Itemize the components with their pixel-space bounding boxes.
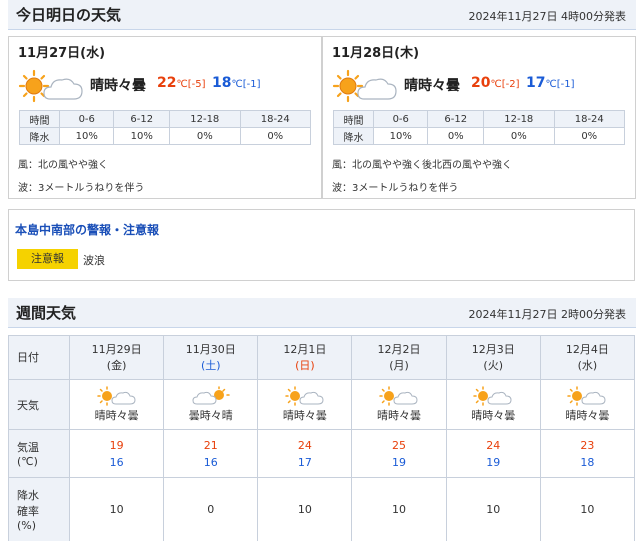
week-temp-cell: 23 18 (539, 429, 636, 478)
today-tomorrow-title: 今日明日の天気 (16, 6, 122, 24)
sunny-then-cloudy-icon (473, 386, 512, 406)
week-pop-cell: 10 (539, 477, 636, 541)
day-date: 11月27日(水) (18, 46, 106, 61)
week-temp-cell: 21 16 (163, 429, 259, 478)
day-low-temp: 17℃[-1] (526, 75, 575, 91)
day-telop: 晴時々曇 (404, 78, 460, 94)
sunny-then-cloudy-icon (285, 386, 324, 406)
sunny-then-cloudy-icon (567, 386, 606, 406)
warning-panel: 本島中南部の警報・注意報 注意報 波浪 (8, 209, 635, 281)
row-label-precip: 降水 確率 (%) (8, 477, 70, 541)
day-date: 11月28日(木) (332, 46, 420, 61)
week-date-cell: 12月1日 (日) (257, 335, 353, 380)
precip-table: 時間 0-6 6-12 12-18 18-24 降水 10% 0% 0% 0% (333, 110, 625, 145)
day-high-temp: 22℃[-5] (157, 75, 206, 91)
week-pop-cell: 10 (68, 477, 165, 541)
advisory-badge: 注意報 (17, 249, 78, 269)
week-weather-cell: 晴時々曇 (68, 379, 165, 430)
advisory-value: 波浪 (83, 254, 105, 267)
day-wind: 風：北の風やや強く後北西の風やや強く (332, 160, 512, 171)
precip-table: 時間 0-6 6-12 12-18 18-24 降水 10% 10% 0% 0% (19, 110, 311, 145)
week-weather-cell: 晴時々曇 (257, 379, 353, 430)
sunny-then-cloudy-icon (18, 69, 88, 103)
week-pop-cell: 10 (257, 477, 353, 541)
week-temp-cell: 19 16 (68, 429, 165, 478)
week-weather-cell: 晴時々曇 (445, 379, 541, 430)
day-wind: 風：北の風やや強く (18, 160, 108, 171)
week-date-cell: 11月29日 (金) (68, 335, 165, 380)
day-wave: 波：3メートルうねりを伴う (18, 183, 145, 194)
today-tomorrow-header: 今日明日の天気 2024年11月27日 4時00分発表 (8, 0, 636, 30)
week-temp-cell: 25 19 (351, 429, 447, 478)
week-pop-cell: 10 (351, 477, 447, 541)
sunny-then-cloudy-icon (379, 386, 418, 406)
sunny-then-cloudy-icon (96, 386, 136, 406)
cloudy-then-sunny-icon (192, 386, 230, 405)
weekly-header: 週間天気 2024年11月27日 2時00分発表 (8, 298, 636, 328)
day-wave: 波：3メートルうねりを伴う (332, 183, 459, 194)
day-telop: 晴時々曇 (90, 78, 146, 94)
sunny-then-cloudy-icon (332, 69, 402, 103)
row-label-temp: 気温 (℃) (8, 429, 70, 478)
row-label-weather: 天気 (8, 379, 70, 430)
week-temp-cell: 24 17 (257, 429, 353, 478)
row-label-date: 日付 (8, 335, 70, 380)
day-low-temp: 18℃[-1] (212, 75, 261, 91)
week-weather-cell: 晴時々曇 (539, 379, 636, 430)
week-weather-cell: 曇時々晴 (163, 379, 259, 430)
week-date-cell: 11月30日 (土) (163, 335, 259, 380)
warning-title[interactable]: 本島中南部の警報・注意報 (15, 221, 159, 238)
week-weather-cell: 晴時々曇 (351, 379, 447, 430)
weekly-stamp: 2024年11月27日 2時00分発表 (468, 308, 626, 321)
weekly-table: 日付 11月29日 (金) 11月30日 (土) 12月1日 (日) 12月2日 (月)… (8, 335, 636, 541)
week-date-cell: 12月2日 (月) (351, 335, 447, 380)
week-pop-cell: 10 (445, 477, 541, 541)
week-date-cell: 12月3日 (火) (445, 335, 541, 380)
week-temp-cell: 24 19 (445, 429, 541, 478)
day-high-temp: 20℃[-2] (471, 75, 520, 91)
week-pop-cell: 0 (163, 477, 259, 541)
today-tomorrow-stamp: 2024年11月27日 4時00分発表 (468, 10, 626, 23)
day-card-today: 11月27日(水) 晴時々曇 22℃[-5] 18℃[-1] 時間 0-6 6-… (8, 36, 322, 199)
weekly-title: 週間天気 (16, 304, 77, 322)
day-card-tomorrow: 11月28日(木) 晴時々曇 20℃[-2] 17℃[-1] 時間 0-6 6-… (322, 36, 636, 199)
week-date-cell: 12月4日 (水) (539, 335, 636, 380)
